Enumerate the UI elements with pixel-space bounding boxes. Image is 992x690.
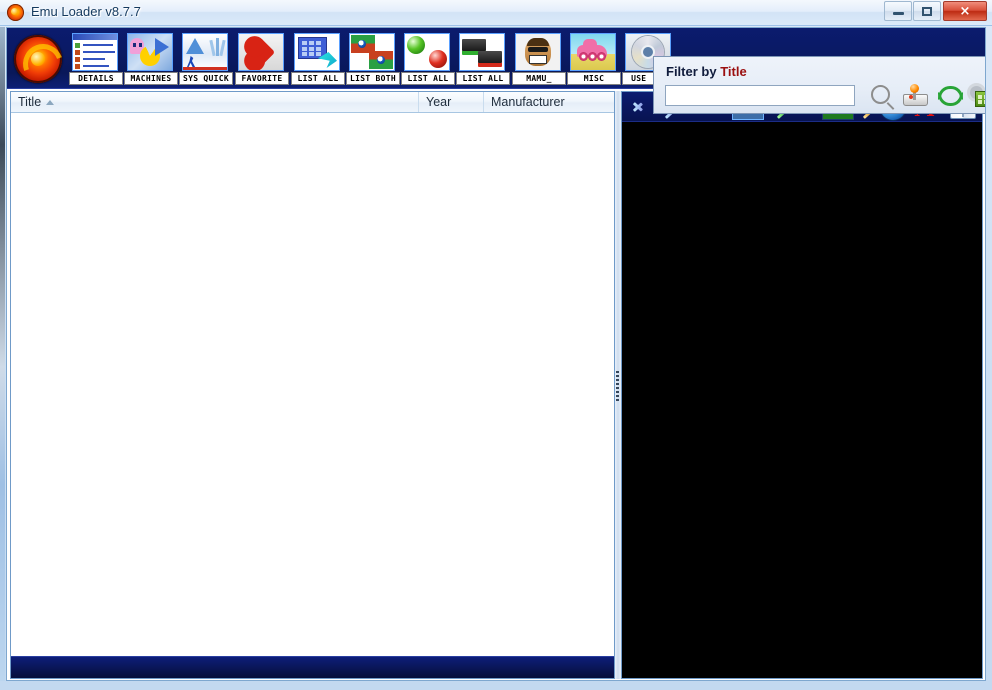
- list-both-faces-icon: [349, 33, 395, 71]
- toolbar-button-list-all-balls[interactable]: LIST ALL: [401, 33, 455, 85]
- column-header-title[interactable]: Title: [11, 92, 419, 112]
- heart-favorite-icon: [238, 33, 284, 71]
- filter-search-input[interactable]: [665, 85, 855, 106]
- mamu-face-icon: [515, 33, 561, 71]
- list-column-header: Title Year Manufacturer: [11, 92, 614, 113]
- toolbar-button-sys-quick[interactable]: SYS QUICK: [179, 33, 233, 85]
- window-edge-strip: [0, 27, 5, 681]
- misc-car-icon: [570, 33, 616, 71]
- toolbar-label-misc: MISC: [567, 72, 621, 85]
- preview-prev-lavender-button[interactable]: [624, 95, 652, 119]
- machines-arcade-icon: [127, 33, 173, 71]
- details-list-icon: [72, 33, 118, 71]
- app-window: Emu Loader v8.7.7 × DETAILS MACHINES SYS…: [0, 0, 992, 690]
- filter-label-prefix: Filter by: [666, 64, 717, 79]
- column-header-manufacturer[interactable]: Manufacturer: [484, 92, 614, 112]
- sort-ascending-icon: [46, 100, 55, 106]
- toolbar-button-favorite[interactable]: FAVORITE: [235, 33, 289, 85]
- magnifier-icon: [871, 85, 890, 104]
- filter-label: Filter by Title: [666, 64, 747, 79]
- toolbar-button-details[interactable]: DETAILS: [69, 33, 123, 85]
- refresh-cycle-icon: [938, 86, 963, 106]
- toolbar-label-list-all-grid: LIST ALL: [291, 72, 345, 85]
- maximize-button[interactable]: [913, 1, 941, 21]
- preview-panel: NET M i: [621, 91, 983, 679]
- toolbar-button-list-both[interactable]: LIST BOTH: [346, 33, 400, 85]
- toolbar-label-sys-quick: SYS QUICK: [179, 72, 233, 85]
- toolbar-button-list-all-chips[interactable]: LIST ALL: [456, 33, 510, 85]
- preview-display-area[interactable]: [622, 122, 982, 678]
- close-button[interactable]: ×: [943, 1, 987, 21]
- gear-machine-icon: [970, 86, 985, 107]
- toolbar-label-list-all-chips: LIST ALL: [456, 72, 510, 85]
- filter-settings-button[interactable]: [966, 82, 985, 110]
- minimize-button[interactable]: [884, 1, 912, 21]
- game-list-panel: Title Year Manufacturer: [10, 91, 615, 679]
- app-spiral-logo: [14, 35, 62, 83]
- toolbar-button-mamu[interactable]: MAMU_: [512, 33, 566, 85]
- toolbar-label-mamu: MAMU_: [512, 72, 566, 85]
- game-list-body[interactable]: [11, 113, 614, 656]
- filter-joystick-button[interactable]: [900, 82, 930, 110]
- toolbar-label-list-both: LIST BOTH: [346, 72, 400, 85]
- toolbar-label-favorite: FAVORITE: [235, 72, 289, 85]
- toolbar-button-list-all-grid[interactable]: LIST ALL: [291, 33, 345, 85]
- list-all-chips-icon: [459, 33, 505, 71]
- column-label-title: Title: [18, 95, 42, 109]
- client-area: DETAILS MACHINES SYS QUICK FAVORITE LIST…: [6, 27, 986, 681]
- window-title: Emu Loader v8.7.7: [31, 4, 141, 19]
- list-status-bar: [11, 656, 614, 678]
- chevron-left-lavender-icon: [631, 98, 642, 115]
- spiral-logo-icon: [7, 4, 24, 21]
- close-icon: ×: [959, 3, 971, 19]
- toolbar-label-details: DETAILS: [69, 72, 123, 85]
- toolbar-button-machines[interactable]: MACHINES: [124, 33, 178, 85]
- minimize-icon: [885, 2, 911, 20]
- toolbar-label-list-all-balls: LIST ALL: [401, 72, 455, 85]
- system-quick-icon: [182, 33, 228, 71]
- column-header-year[interactable]: Year: [419, 92, 484, 112]
- filter-panel: Filter by Title: [653, 56, 985, 114]
- title-bar: Emu Loader v8.7.7 ×: [0, 0, 992, 26]
- filter-refresh-button[interactable]: [934, 82, 964, 110]
- filter-label-accent: Title: [720, 64, 747, 79]
- list-all-balls-icon: [404, 33, 450, 71]
- maximize-icon: [914, 2, 940, 20]
- list-all-grid-icon: [294, 33, 340, 71]
- filter-search-button[interactable]: [866, 82, 896, 110]
- splitter-grip-icon: [616, 369, 620, 401]
- toolbar-label-machines: MACHINES: [124, 72, 178, 85]
- toolbar-button-misc[interactable]: MISC: [567, 33, 621, 85]
